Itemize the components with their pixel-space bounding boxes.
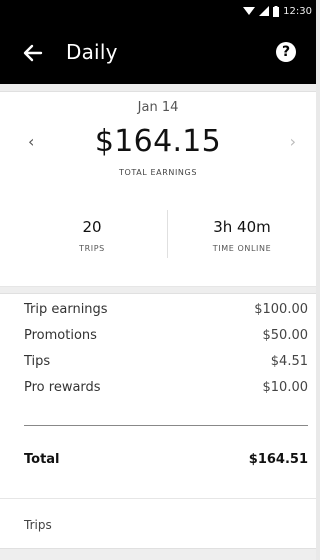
status-bar: 12:30 bbox=[0, 0, 316, 22]
trips-stat: 20 TRIPS bbox=[18, 218, 166, 253]
breakdown-row: Promotions $50.00 bbox=[24, 328, 308, 348]
total-amount: $164.51 bbox=[248, 452, 308, 467]
total-earnings-label: TOTAL EARNINGS bbox=[118, 168, 197, 177]
total-row: Total $164.51 bbox=[24, 452, 308, 467]
breakdown-amount: $10.00 bbox=[262, 380, 309, 395]
page-title: Daily bbox=[66, 40, 118, 64]
trips-divider bbox=[0, 498, 316, 499]
earnings-breakdown: Trip earnings $100.00 Promotions $50.00 … bbox=[0, 294, 316, 560]
breakdown-amount: $4.51 bbox=[270, 354, 308, 369]
breakdown-label: Tips bbox=[24, 354, 51, 369]
breakdown-amount: $50.00 bbox=[262, 328, 309, 343]
trips-count: 20 bbox=[82, 218, 102, 236]
battery-icon bbox=[273, 5, 280, 17]
bottom-divider bbox=[0, 548, 316, 560]
breakdown-label: Pro rewards bbox=[24, 380, 101, 395]
time-online-value: 3h 40m bbox=[213, 218, 271, 236]
breakdown-row: Tips $4.51 bbox=[24, 354, 308, 374]
breakdown-label: Promotions bbox=[24, 328, 97, 343]
wifi-icon bbox=[243, 7, 256, 15]
time-online-stat: 3h 40m TIME ONLINE bbox=[168, 218, 316, 253]
help-icon: ? bbox=[281, 44, 291, 60]
trips-label: TRIPS bbox=[79, 244, 105, 253]
phone-screen: 12:30 Daily ? Jan 14 ‹ $164.15 › TOTAL E… bbox=[0, 0, 316, 560]
time-online-label: TIME ONLINE bbox=[212, 244, 272, 253]
section-divider bbox=[0, 286, 316, 294]
next-day-button[interactable]: › bbox=[290, 132, 296, 151]
total-rule bbox=[24, 425, 308, 426]
date-label: Jan 14 bbox=[137, 100, 179, 115]
breakdown-row: Pro rewards $10.00 bbox=[24, 380, 308, 400]
total-earnings-amount: $164.15 bbox=[94, 124, 222, 159]
trips-link[interactable]: Trips bbox=[24, 518, 52, 532]
signal-icon bbox=[259, 6, 270, 16]
earnings-summary: Jan 14 ‹ $164.15 › TOTAL EARNINGS 20 TRI… bbox=[0, 92, 316, 286]
total-label: Total bbox=[24, 452, 60, 467]
app-bar: Daily ? bbox=[0, 22, 316, 84]
status-icons: 12:30 bbox=[243, 4, 312, 18]
breakdown-amount: $100.00 bbox=[254, 302, 308, 317]
help-button[interactable]: ? bbox=[276, 42, 296, 62]
back-button[interactable] bbox=[20, 40, 46, 66]
breakdown-row: Trip earnings $100.00 bbox=[24, 302, 308, 322]
breakdown-label: Trip earnings bbox=[24, 302, 108, 317]
section-divider bbox=[0, 84, 316, 92]
arrow-left-icon bbox=[23, 44, 43, 62]
status-time: 12:30 bbox=[283, 5, 312, 17]
